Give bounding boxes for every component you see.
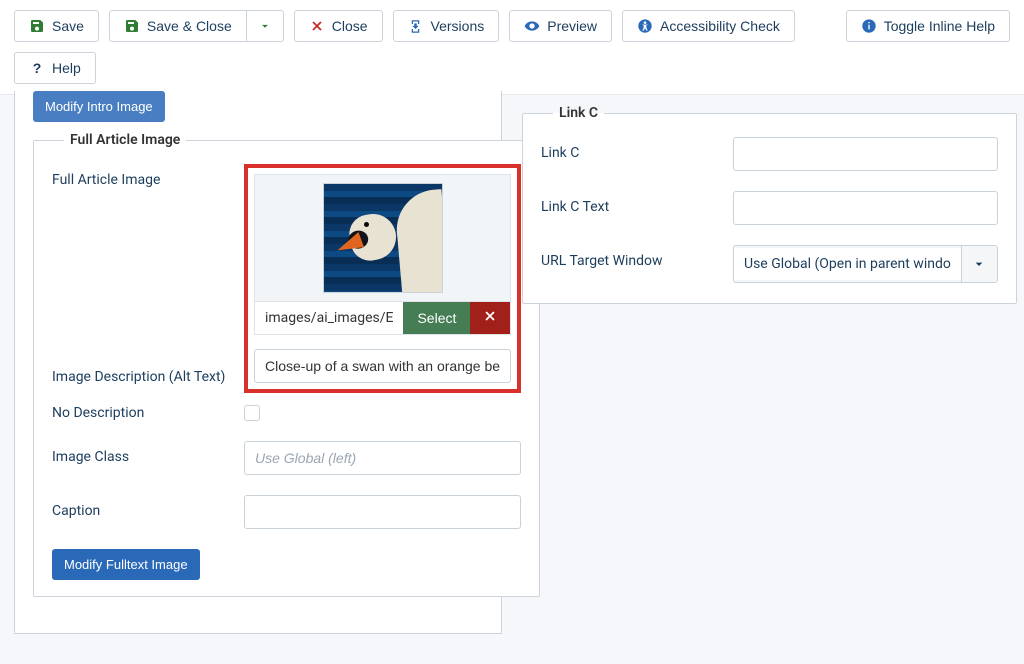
link-c-legend: Link C xyxy=(553,105,604,121)
preview-icon xyxy=(524,18,540,34)
save-button[interactable]: Save xyxy=(14,10,99,42)
help-label: Help xyxy=(52,60,81,76)
help-button[interactable]: ? Help xyxy=(14,52,96,84)
link-c-input[interactable] xyxy=(733,137,998,171)
close-label: Close xyxy=(332,18,368,34)
save-dropdown-button[interactable] xyxy=(246,10,284,42)
target-window-label: URL Target Window xyxy=(541,245,721,269)
swan-thumbnail xyxy=(323,183,443,293)
close-icon xyxy=(483,309,497,327)
alt-text-label: Image Description (Alt Text) xyxy=(52,369,232,385)
link-c-text-input[interactable] xyxy=(733,191,998,225)
no-desc-label: No Description xyxy=(52,405,232,421)
close-button[interactable]: Close xyxy=(294,10,383,42)
chevron-down-icon xyxy=(257,18,273,34)
save-label: Save xyxy=(52,18,84,34)
image-class-label: Image Class xyxy=(52,441,232,465)
image-path-input[interactable]: images/ai_images/E xyxy=(255,302,403,334)
modify-fulltext-button[interactable]: Modify Fulltext Image xyxy=(52,549,200,580)
select-image-button[interactable]: Select xyxy=(403,302,470,334)
target-window-select[interactable]: Use Global (Open in parent windo xyxy=(733,245,998,283)
full-image-label: Full Article Image xyxy=(52,164,232,188)
save-icon xyxy=(29,18,45,34)
full-article-fieldset: Full Article Image Full Article Image xyxy=(33,132,540,597)
accessibility-icon xyxy=(637,18,653,34)
info-icon xyxy=(861,18,877,34)
full-article-legend: Full Article Image xyxy=(64,132,186,148)
main-toolbar: Save Save & Close Close Versions Prev xyxy=(0,0,1024,95)
image-class-input[interactable] xyxy=(244,441,521,475)
preview-button[interactable]: Preview xyxy=(509,10,612,42)
target-window-value: Use Global (Open in parent windo xyxy=(734,248,961,280)
link-c-text-label: Link C Text xyxy=(541,191,721,215)
toggle-help-label: Toggle Inline Help xyxy=(884,18,995,34)
question-icon: ? xyxy=(29,60,45,76)
save-close-label: Save & Close xyxy=(147,18,232,34)
caption-label: Caption xyxy=(52,495,232,519)
modify-intro-button[interactable]: Modify Intro Image xyxy=(33,91,165,122)
link-c-fieldset: Link C Link C Link C Text URL Target Win… xyxy=(522,105,1017,304)
image-preview xyxy=(254,174,511,301)
alt-text-input[interactable] xyxy=(254,349,511,383)
versions-icon xyxy=(408,18,424,34)
toggle-help-button[interactable]: Toggle Inline Help xyxy=(846,10,1010,42)
preview-label: Preview xyxy=(547,18,597,34)
versions-label: Versions xyxy=(431,18,485,34)
save-close-button[interactable]: Save & Close xyxy=(109,10,247,42)
chevron-down-icon xyxy=(961,246,997,282)
accessibility-label: Accessibility Check xyxy=(660,18,780,34)
highlighted-region: images/ai_images/E Select xyxy=(244,164,521,393)
accessibility-button[interactable]: Accessibility Check xyxy=(622,10,795,42)
save-close-icon xyxy=(124,18,140,34)
no-desc-checkbox[interactable] xyxy=(244,405,260,421)
link-c-label: Link C xyxy=(541,137,721,161)
clear-image-button[interactable] xyxy=(470,302,510,334)
close-icon xyxy=(309,18,325,34)
versions-button[interactable]: Versions xyxy=(393,10,500,42)
